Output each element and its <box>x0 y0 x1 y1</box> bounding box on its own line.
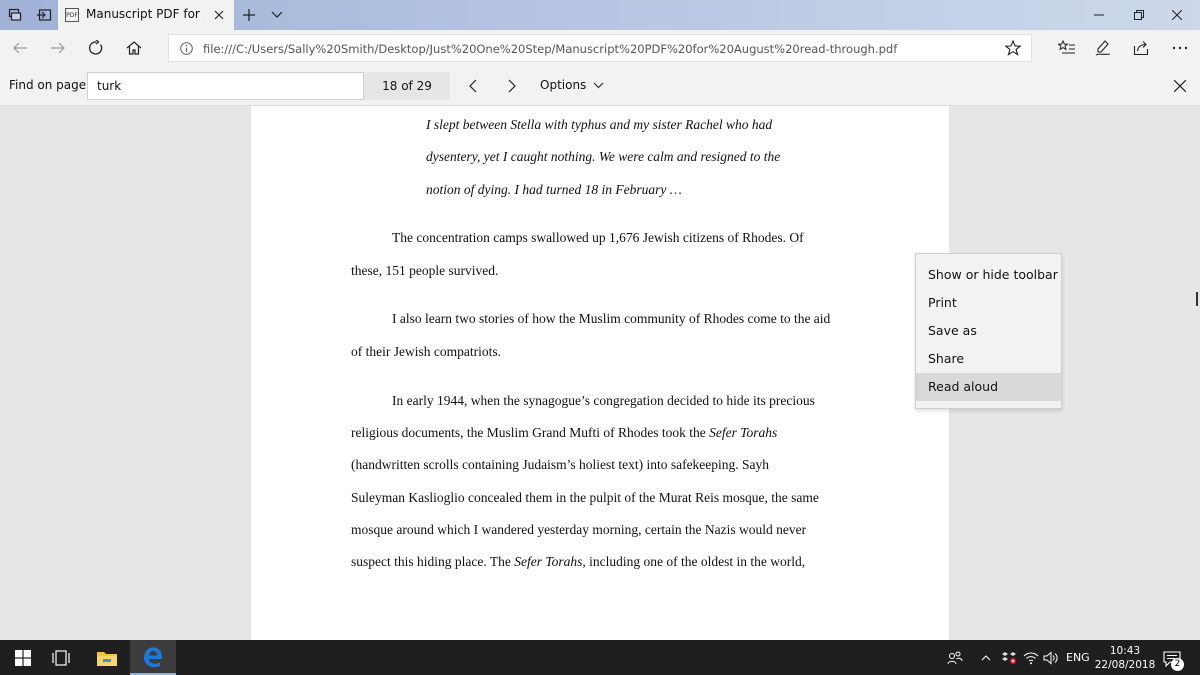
paragraph-line: suspect this hiding place. The Sefer Tor… <box>351 554 805 570</box>
home-icon[interactable] <box>114 30 154 66</box>
paragraph-line: (handwritten scrolls containing Judaism’… <box>351 457 770 472</box>
input-language[interactable]: ENG <box>1066 651 1090 664</box>
paragraph-line: In early 1944, when the synagogue’s cong… <box>392 393 815 408</box>
more-options-icon[interactable] <box>1160 30 1200 66</box>
clock-time: 10:43 <box>1109 645 1141 657</box>
text-run: , including one of the oldest in the wor… <box>582 554 806 569</box>
menu-item-show-hide-toolbar[interactable]: Show or hide toolbar <box>916 261 1061 289</box>
forward-arrow-icon[interactable] <box>38 30 78 66</box>
find-input[interactable] <box>87 72 364 100</box>
set-tabs-aside-icon[interactable] <box>29 0 59 30</box>
paragraph-line: mosque around which I wandered yesterday… <box>351 522 807 537</box>
find-on-page-label: Find on page <box>9 78 87 92</box>
close-tab-icon[interactable] <box>212 8 226 22</box>
find-options-button[interactable]: Options <box>540 78 604 92</box>
clock[interactable]: 10:43 22/08/2018 <box>1094 644 1156 672</box>
task-view-icon[interactable] <box>38 640 84 675</box>
pdf-page[interactable]: I slept between Stella with typhus and m… <box>251 106 949 640</box>
text-run: religious documents, the Muslim Grand Mu… <box>351 425 710 440</box>
volume-icon[interactable] <box>1042 649 1060 667</box>
pdf-file-icon: PDF <box>65 8 79 22</box>
paragraph-line: these, 151 people survived. <box>351 263 499 278</box>
text-run-italic: Sefer Torahs <box>514 554 583 569</box>
address-url[interactable]: file:///C:/Users/Sally%20Smith/Desktop/J… <box>203 42 897 56</box>
show-hidden-icons-chevron-icon[interactable] <box>978 649 994 667</box>
people-icon[interactable] <box>946 649 964 667</box>
new-tab-icon[interactable] <box>234 0 264 30</box>
paragraph-line: of their Jewish compatriots. <box>351 344 501 359</box>
quote-line: I slept between Stella with typhus and m… <box>426 117 773 132</box>
share-icon[interactable] <box>1121 30 1161 66</box>
edge-browser-icon[interactable] <box>130 640 176 675</box>
paragraph-line: Suleyman Kaslioglio concealed them in th… <box>351 490 819 505</box>
context-menu: Show or hide toolbar Print Save as Share… <box>915 253 1062 409</box>
find-previous-icon[interactable] <box>461 74 485 98</box>
file-explorer-icon[interactable] <box>84 640 130 675</box>
find-next-icon[interactable] <box>500 74 524 98</box>
add-notes-pen-icon[interactable] <box>1083 30 1123 66</box>
paragraph-line: I also learn two stories of how the Musl… <box>392 311 831 326</box>
navigation-bar: file:///C:/Users/Sally%20Smith/Desktop/J… <box>0 30 1200 66</box>
menu-item-read-aloud[interactable]: Read aloud <box>916 373 1061 401</box>
refresh-icon[interactable] <box>76 30 116 66</box>
tab-title: Manuscript PDF for August read-through.p… <box>86 7 204 21</box>
address-bar[interactable]: file:///C:/Users/Sally%20Smith/Desktop/J… <box>168 34 1032 62</box>
paragraph-line: religious documents, the Muslim Grand Mu… <box>351 425 777 441</box>
text-run-italic: Sefer Torahs <box>709 425 778 440</box>
options-chevron-down-icon <box>593 82 604 89</box>
favorite-star-icon[interactable] <box>1005 40 1021 56</box>
find-options-label: Options <box>540 78 587 92</box>
find-result-count: 18 of 29 <box>364 72 450 100</box>
paragraph-line: The concentration camps swallowed up 1,6… <box>392 230 804 245</box>
text-run: suspect this hiding place. The <box>351 554 515 569</box>
find-on-page-bar: Find on page 18 of 29 Options <box>0 66 1200 106</box>
favorites-list-icon[interactable] <box>1047 30 1087 66</box>
menu-item-share[interactable]: Share <box>916 345 1061 373</box>
close-window-button[interactable] <box>1154 0 1200 30</box>
close-find-icon[interactable] <box>1172 78 1188 94</box>
quote-line: dysentery, yet I caught nothing. We were… <box>426 149 781 164</box>
tab-manager-icon[interactable] <box>0 0 30 30</box>
text-cursor <box>1196 292 1198 306</box>
tab-active[interactable]: PDF Manuscript PDF for August read-throu… <box>58 0 234 30</box>
title-bar: PDF Manuscript PDF for August read-throu… <box>0 0 1200 30</box>
dropbox-sync-icon[interactable] <box>1000 649 1018 667</box>
taskbar: ENG 10:43 22/08/2018 2 <box>0 640 1200 675</box>
menu-item-save-as[interactable]: Save as <box>916 317 1061 345</box>
clock-date: 22/08/2018 <box>1094 659 1156 671</box>
menu-item-print[interactable]: Print <box>916 289 1061 317</box>
back-arrow-icon[interactable] <box>0 30 40 66</box>
notification-count-badge: 2 <box>1171 658 1184 671</box>
site-info-icon[interactable] <box>179 41 193 55</box>
quote-line: notion of dying. I had turned 18 in Febr… <box>426 182 682 197</box>
tab-preview-chevron-icon[interactable] <box>262 0 292 30</box>
wifi-icon[interactable] <box>1022 649 1040 667</box>
